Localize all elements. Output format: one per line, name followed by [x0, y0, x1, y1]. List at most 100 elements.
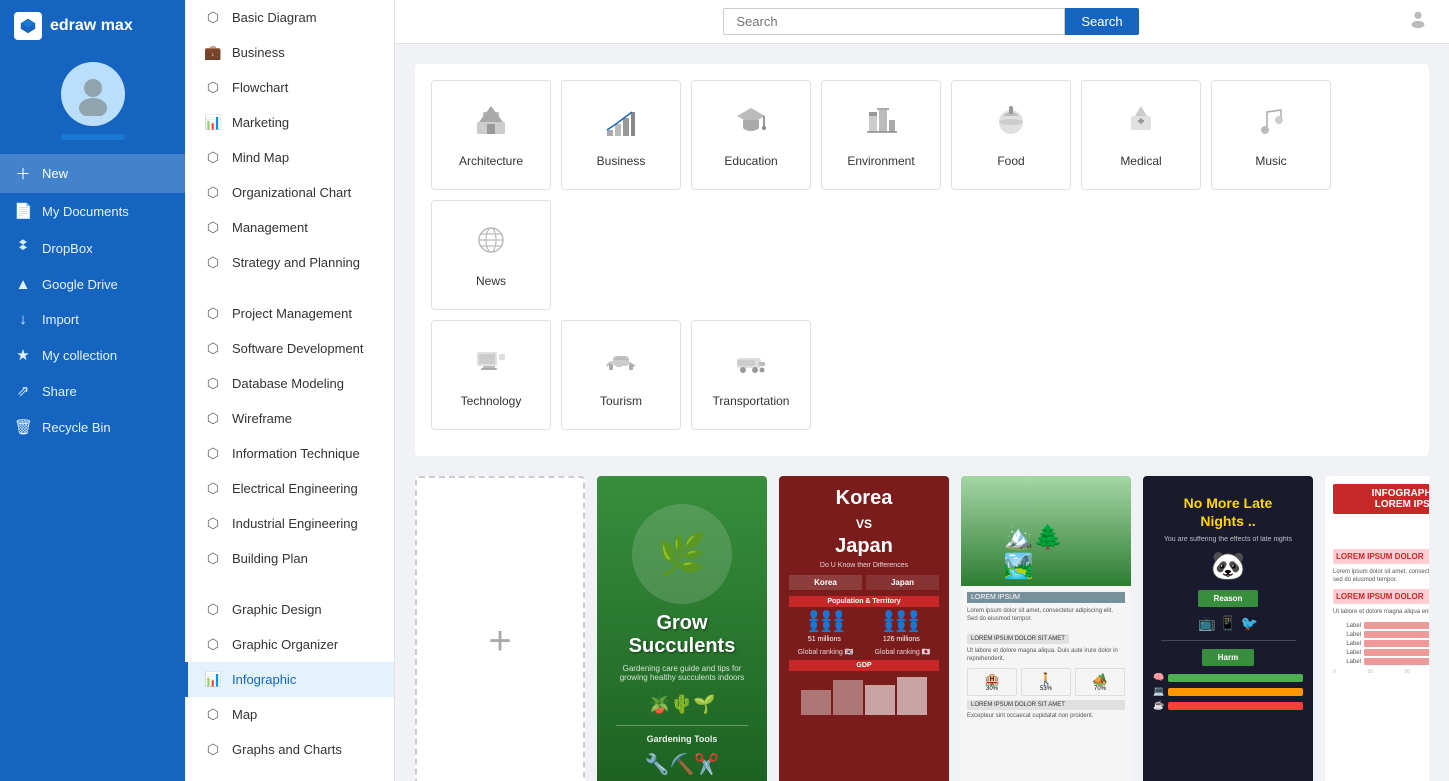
sec-item-label-industrial-engineering: Industrial Engineering: [232, 516, 358, 531]
template-sleep[interactable]: No More LateNights .. You are suffering …: [1143, 476, 1313, 781]
user-profile-icon[interactable]: [1407, 8, 1429, 35]
search-input[interactable]: [724, 9, 1064, 34]
sec-item-industrial-engineering[interactable]: ⬡ Industrial Engineering: [185, 506, 394, 541]
sec-item-flowchart[interactable]: ⬡ Flowchart: [185, 70, 394, 105]
sec-item-label-graphs: Graphs and Charts: [232, 742, 342, 757]
sidebar-item-my-collection[interactable]: ★ My collection: [0, 337, 185, 373]
google-drive-icon: ▲: [14, 276, 32, 293]
sec-item-org-chart[interactable]: ⬡ Organizational Chart: [185, 175, 394, 210]
category-news[interactable]: News: [431, 200, 551, 310]
tourism-label: Tourism: [600, 394, 642, 408]
sec-item-strategy[interactable]: ⬡ Strategy and Planning: [185, 245, 394, 280]
sec-item-management[interactable]: ⬡ Management: [185, 210, 394, 245]
database-modeling-icon: ⬡: [204, 375, 222, 392]
template-lorem-infographic[interactable]: INFOGRAPHICSLOREM IPSUM ⚖️ LOREM IPSUM D…: [1325, 476, 1429, 781]
search-button[interactable]: Search: [1065, 8, 1138, 35]
tourism-cat-icon: [603, 342, 639, 386]
building-plan-icon: ⬡: [204, 550, 222, 567]
software-dev-icon: ⬡: [204, 340, 222, 357]
search-input-wrap: [723, 8, 1065, 35]
sidebar-item-google-drive[interactable]: ▲ Google Drive: [0, 267, 185, 302]
sidebar-item-share[interactable]: ⇗ Share: [0, 373, 185, 409]
sidebar-item-dropbox[interactable]: DropBox: [0, 229, 185, 267]
category-architecture[interactable]: Architecture: [431, 80, 551, 190]
template-korea-japan[interactable]: KoreaVSJapan Do U Know their Differences…: [779, 476, 949, 781]
sidebar-item-recycle-bin[interactable]: 🗑 Recycle Bin: [0, 409, 185, 445]
category-technology[interactable]: Technology: [431, 320, 551, 430]
succulent-title: Grow Succulents: [609, 612, 755, 658]
category-transportation[interactable]: Transportation: [691, 320, 811, 430]
sidebar-nav-label-new: New: [42, 166, 68, 181]
sec-item-graphic-organizer[interactable]: ⬡ Graphic Organizer: [185, 627, 394, 662]
new-template-card[interactable]: +: [415, 476, 585, 781]
sec-item-database-modeling[interactable]: ⬡ Database Modeling: [185, 366, 394, 401]
category-medical[interactable]: Medical: [1081, 80, 1201, 190]
template-succulent[interactable]: 🌿 Grow Succulents Gardening care guide a…: [597, 476, 767, 781]
information-technique-icon: ⬡: [204, 445, 222, 462]
business-label: Business: [597, 154, 646, 168]
sec-item-label-management: Management: [232, 220, 308, 235]
sec-item-label-information-technique: Information Technique: [232, 446, 360, 461]
news-cat-icon: [473, 222, 509, 266]
sec-item-label-infographic: Infographic: [232, 672, 296, 687]
sec-item-business[interactable]: 💼 Business: [185, 35, 394, 70]
project-management-icon: ⬡: [204, 305, 222, 322]
environment-cat-icon: [863, 102, 899, 146]
sec-item-map[interactable]: ⬡ Map: [185, 697, 394, 732]
sec-item-graphic-design[interactable]: ⬡ Graphic Design: [185, 592, 394, 627]
infographic-icon: 📊: [204, 671, 222, 688]
architecture-cat-icon: [473, 102, 509, 146]
industrial-engineering-icon: ⬡: [204, 515, 222, 532]
sidebar-item-import[interactable]: ↓ Import: [0, 302, 185, 337]
sec-item-graphs-and-charts[interactable]: ⬡ Graphs and Charts: [185, 732, 394, 767]
category-environment[interactable]: Environment: [821, 80, 941, 190]
sec-item-label-flowchart: Flowchart: [232, 80, 288, 95]
sec-item-label-wireframe: Wireframe: [232, 411, 292, 426]
topbar: Search: [395, 0, 1449, 44]
sec-item-label-map: Map: [232, 707, 257, 722]
sec-item-label-electrical-engineering: Electrical Engineering: [232, 481, 358, 496]
sec-item-label-software-development: Software Development: [232, 341, 364, 356]
template-tourism-info[interactable]: 🏔️🌲🏞️ LOREM IPSUM Lorem ipsum dolor sit …: [961, 476, 1131, 781]
sidebar-item-my-documents[interactable]: 📄 My Documents: [0, 193, 185, 229]
sec-item-wireframe[interactable]: ⬡ Wireframe: [185, 401, 394, 436]
avatar-bar: [61, 134, 125, 140]
sec-item-label-org-chart: Organizational Chart: [232, 185, 351, 200]
transportation-label: Transportation: [713, 394, 790, 408]
search-area: Search: [455, 8, 1407, 35]
secondary-sidebar: ⬡ Basic Diagram 💼 Business ⬡ Flowchart 📊…: [185, 0, 395, 781]
sec-item-infographic[interactable]: 📊 Infographic: [185, 662, 394, 697]
flowchart-icon: ⬡: [204, 79, 222, 96]
template-gallery: + 🌿 Grow Succulents Gardening care guide…: [415, 476, 1429, 781]
category-education[interactable]: Education: [691, 80, 811, 190]
recycle-bin-icon: 🗑: [14, 418, 32, 436]
sidebar-nav-label-google-drive: Google Drive: [42, 277, 118, 292]
my-collection-icon: ★: [14, 346, 32, 364]
new-icon: ＋: [14, 163, 32, 184]
medical-label: Medical: [1120, 154, 1161, 168]
business-cat-icon: [603, 102, 639, 146]
sec-item-building-plan[interactable]: ⬡ Building Plan: [185, 541, 394, 576]
medical-cat-icon: [1123, 102, 1159, 146]
sec-item-marketing[interactable]: 📊 Marketing: [185, 105, 394, 140]
category-grid: Architecture Business: [415, 64, 1429, 456]
sec-item-basic-diagram[interactable]: ⬡ Basic Diagram: [185, 0, 394, 35]
sec-item-information-technique[interactable]: ⬡ Information Technique: [185, 436, 394, 471]
sec-item-label-graphic-design: Graphic Design: [232, 602, 322, 617]
category-music[interactable]: Music: [1211, 80, 1331, 190]
sec-item-electrical-engineering[interactable]: ⬡ Electrical Engineering: [185, 471, 394, 506]
sec-item-mind-map[interactable]: ⬡ Mind Map: [185, 140, 394, 175]
user-avatar-area: [0, 52, 185, 154]
sidebar-nav-label-my-documents: My Documents: [42, 204, 129, 219]
sec-item-software-development[interactable]: ⬡ Software Development: [185, 331, 394, 366]
category-business[interactable]: Business: [561, 80, 681, 190]
education-cat-icon: [733, 102, 769, 146]
category-tourism[interactable]: Tourism: [561, 320, 681, 430]
logo-icon: [14, 12, 42, 40]
sec-item-project-management[interactable]: ⬡ Project Management: [185, 296, 394, 331]
category-row-1: Architecture Business: [431, 80, 1413, 310]
sidebar-item-new[interactable]: ＋ New: [0, 154, 185, 193]
business-icon: 💼: [204, 44, 222, 61]
category-row-2: Technology Tourism: [431, 320, 1413, 430]
category-food[interactable]: Food: [951, 80, 1071, 190]
